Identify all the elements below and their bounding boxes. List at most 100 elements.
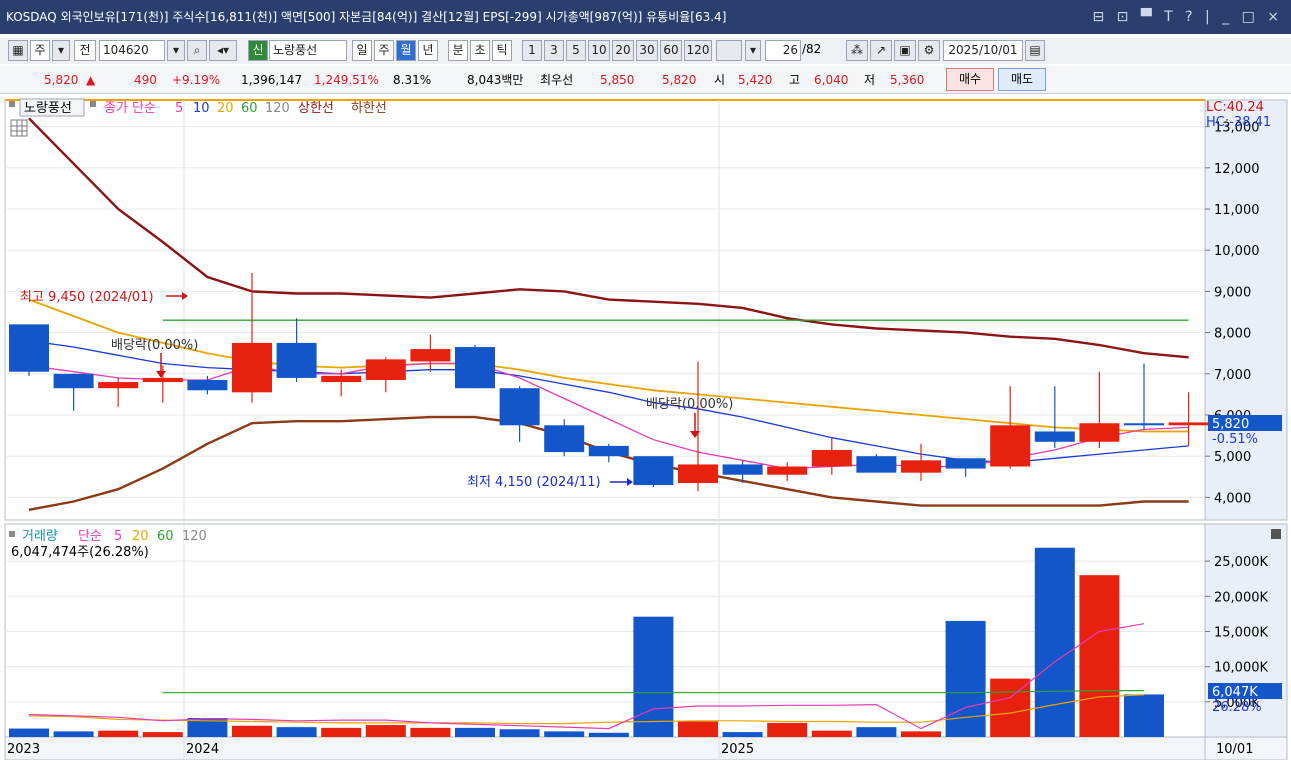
candle-body [1124, 423, 1164, 426]
buy-button[interactable]: 매수 [946, 68, 994, 91]
volume-bar [142, 732, 183, 737]
legend-lower: 하한선 [351, 101, 387, 116]
volume-ratio: 1,249.51% [314, 73, 379, 87]
lc-label: LC:40.24 [1206, 100, 1264, 115]
market-select[interactable]: 주 [30, 40, 50, 61]
minute-60[interactable]: 60 [660, 40, 682, 61]
date-axis-panel [4, 736, 1206, 760]
volume-legend-ma20: 20 [132, 529, 149, 544]
minute-120[interactable]: 120 [684, 40, 712, 61]
sell-button[interactable]: 매도 [998, 68, 1046, 91]
low-annotation: 최저 4,150 (2024/11) [467, 475, 601, 490]
candle-body [767, 466, 808, 475]
open-price: 5,420 [738, 73, 773, 87]
minute-10[interactable]: 10 [588, 40, 610, 61]
prev-button[interactable]: 전 [74, 40, 96, 61]
search-icon[interactable]: ⌕ [187, 40, 207, 61]
volume-legend-ma120: 120 [182, 529, 207, 544]
stock-chart[interactable]: 4,0005,0006,0007,0008,0009,00010,00011,0… [0, 96, 1291, 760]
minute-1[interactable]: 1 [522, 40, 542, 61]
open-label: 시 [714, 73, 726, 87]
turnover-rate: 8.31% [393, 73, 432, 87]
volume-value: 1,396,147 [241, 73, 303, 87]
custom-dropdown-icon[interactable]: ▾ [745, 40, 761, 61]
low-label: 저 [864, 73, 876, 87]
price-change: 490 [134, 73, 157, 87]
price-tag: 5,820 [1212, 417, 1249, 432]
grid-icon[interactable]: ⁂ [846, 40, 868, 61]
table-icon [10, 119, 28, 137]
date-tag: 10/01 [1216, 742, 1253, 757]
minute-3[interactable]: 3 [544, 40, 564, 61]
layout-icon[interactable]: ▦ [8, 40, 28, 61]
legend-ma60: 60 [241, 101, 258, 116]
x-label-2025: 2025 [721, 742, 754, 757]
page-total: /82 [802, 42, 822, 56]
candle-body [410, 349, 451, 362]
volume-bar [901, 731, 941, 737]
panel-close-icon[interactable] [1271, 529, 1281, 539]
volume-tick-label: 15,000K [1214, 625, 1268, 640]
minute-5[interactable]: 5 [566, 40, 586, 61]
volume-bar [1124, 694, 1164, 737]
candle-body [588, 445, 629, 457]
low-price: 5,360 [890, 73, 925, 87]
candle-body [187, 379, 228, 391]
volume-bar [455, 727, 495, 737]
volume-legend-ma-label: 단순 [78, 529, 102, 544]
stock-name-field[interactable]: 노랑풍선 [269, 40, 347, 61]
calendar-icon[interactable]: ▤ [1025, 40, 1045, 61]
market-dropdown-icon[interactable]: ▾ [52, 40, 70, 61]
gear-icon[interactable]: ⚙ [918, 40, 940, 61]
price-tick-label: 12,000 [1214, 162, 1260, 177]
save-icon[interactable]: ▣ [894, 40, 916, 61]
price-tick-label: 9,000 [1214, 285, 1251, 300]
volume-bar [321, 727, 362, 737]
best-bid: 5,820 [662, 73, 697, 87]
best-ask-label: 최우선 [540, 73, 574, 87]
candle-body [321, 375, 362, 383]
best-ask: 5,850 [600, 73, 635, 87]
period-week[interactable]: 주 [374, 40, 394, 61]
sound-icon[interactable]: ◂▾ [209, 40, 237, 61]
code-dropdown-icon[interactable]: ▾ [167, 40, 185, 61]
candle-body [678, 464, 718, 483]
period-month[interactable]: 월 [396, 40, 416, 61]
legend-ma5: 5 [175, 101, 183, 116]
period-day[interactable]: 일 [352, 40, 372, 61]
period-year[interactable]: 년 [418, 40, 438, 61]
legend-ma10: 10 [193, 101, 210, 116]
hc-label: HC:-38.41 [1206, 115, 1271, 130]
volume-tag-pct: 26.28% [1212, 700, 1262, 715]
candle-body [142, 377, 183, 383]
minute-20[interactable]: 20 [612, 40, 634, 61]
price-tick-label: 7,000 [1214, 368, 1251, 383]
period-second[interactable]: 초 [470, 40, 490, 61]
window-controls[interactable]: ⊟ ⊡ ▀ T ? | _ □ × [1093, 0, 1284, 34]
volume-bar [811, 730, 852, 737]
price-tick-label: 8,000 [1214, 327, 1251, 342]
volume-bar [633, 616, 674, 737]
volume-bar [945, 620, 986, 737]
period-minute[interactable]: 분 [448, 40, 468, 61]
stock-code-input[interactable]: 104620 [99, 40, 165, 61]
legend-stock-name: 노랑풍선 [24, 101, 72, 116]
volume-bar [722, 732, 763, 737]
period-tick[interactable]: 틱 [492, 40, 512, 61]
high-price: 6,040 [814, 73, 849, 87]
current-price: 5,820 [44, 73, 79, 87]
volume-tick-label: 25,000K [1214, 555, 1268, 570]
draw-line-icon[interactable]: ↗ [870, 40, 892, 61]
page-input[interactable]: 26 [765, 40, 801, 61]
date-input[interactable]: 2025/10/01 [943, 40, 1023, 61]
volume-bar [588, 732, 629, 737]
legend-square-icon [9, 101, 15, 107]
price-tick-label: 4,000 [1214, 491, 1251, 506]
custom-period-field[interactable] [716, 40, 742, 61]
volume-bar [276, 727, 317, 737]
minute-30[interactable]: 30 [636, 40, 658, 61]
candle-body [1079, 423, 1120, 442]
legend-upper: 상한선 [298, 101, 334, 116]
volume-tick-label: 10,000K [1214, 661, 1268, 676]
candle-body [633, 456, 674, 486]
